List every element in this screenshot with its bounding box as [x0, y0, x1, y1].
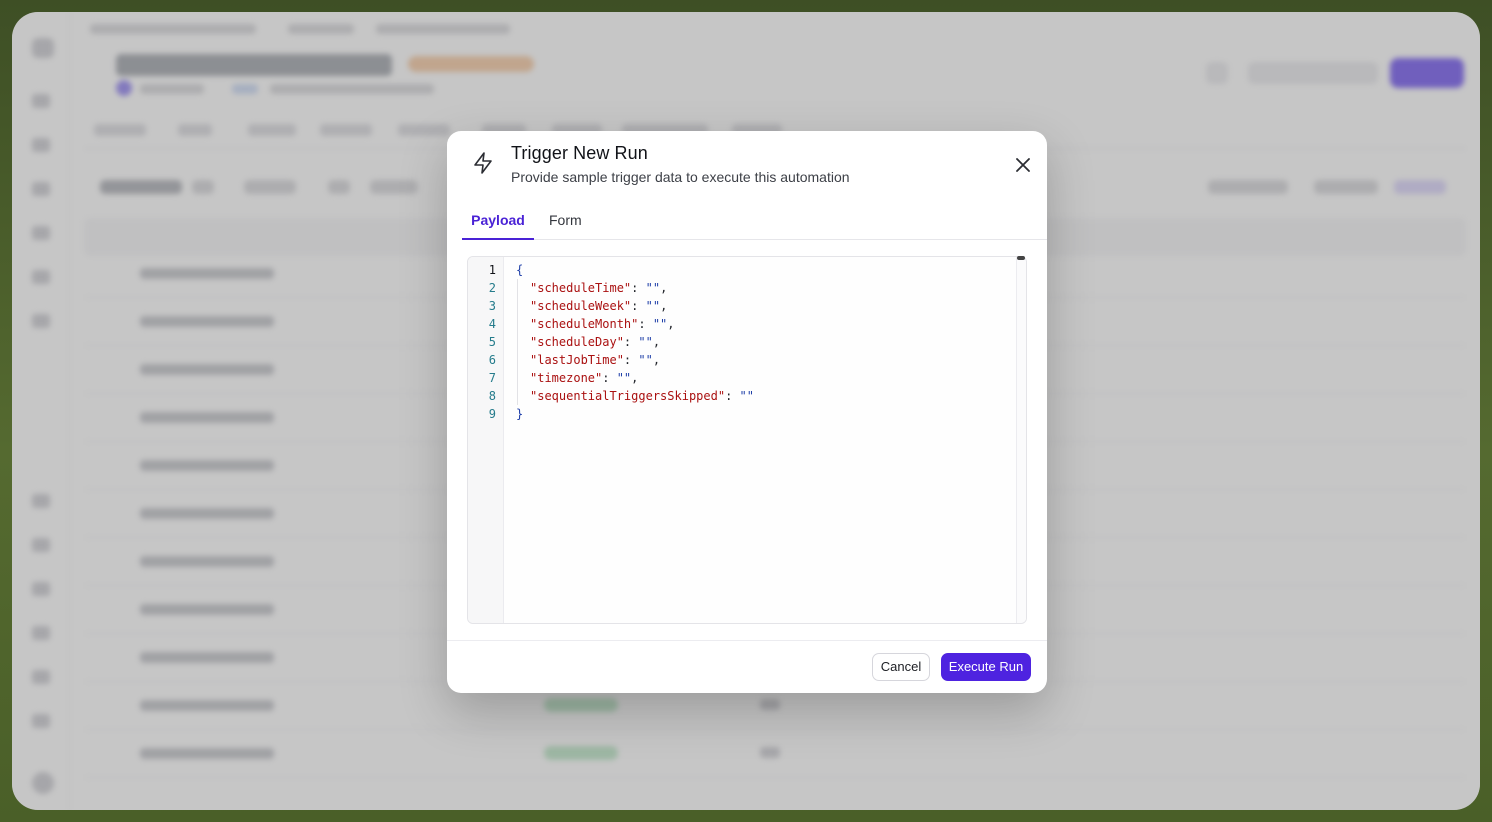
json-colon: : — [631, 281, 646, 295]
json-value: "" — [645, 299, 661, 313]
line-number: 5 — [488, 335, 496, 349]
json-key: "scheduleTime" — [530, 281, 632, 295]
line-number-gutter: 1 2 3 4 5 6 7 8 9 — [468, 257, 504, 623]
code-line-field: "scheduleWeek": "", — [530, 297, 667, 315]
json-value: "" — [739, 389, 754, 403]
json-colon: : — [602, 371, 617, 385]
indent-guide — [517, 279, 518, 405]
line-number: 2 — [488, 281, 496, 295]
code-open-brace: { — [516, 263, 524, 277]
code-close-brace: } — [516, 407, 524, 421]
json-key: "scheduleDay" — [530, 335, 624, 349]
line-number: 1 — [488, 263, 496, 277]
json-comma: , — [652, 335, 661, 349]
json-comma: , — [660, 299, 668, 313]
line-number: 4 — [488, 317, 496, 331]
code-line-field: "scheduleTime": "", — [530, 279, 667, 297]
json-colon: : — [623, 335, 639, 349]
line-number: 6 — [488, 353, 496, 367]
app-window: Trigger New Run Provide sample trigger d… — [12, 12, 1480, 810]
json-key: "scheduleWeek" — [530, 299, 632, 313]
dialog-header: Trigger New Run Provide sample trigger d… — [447, 131, 1047, 201]
execute-run-button[interactable]: Execute Run — [941, 653, 1031, 681]
code-line-field: "scheduleMonth": "", — [530, 315, 675, 333]
code-line-field: "scheduleDay": "", — [530, 333, 660, 351]
cancel-button[interactable]: Cancel — [872, 653, 930, 681]
code-line-field: "timezone": "", — [530, 369, 638, 387]
json-value: "" — [638, 335, 653, 349]
json-colon: : — [623, 353, 639, 367]
json-value: "" — [652, 317, 668, 331]
json-key: "timezone" — [530, 371, 603, 385]
code-line-field: "lastJobTime": "", — [530, 351, 660, 369]
line-number: 8 — [488, 389, 496, 403]
line-number: 3 — [488, 299, 496, 313]
json-value: "" — [638, 353, 653, 367]
json-comma: , — [652, 353, 661, 367]
json-key: "lastJobTime" — [530, 353, 624, 367]
line-number: 9 — [488, 407, 496, 421]
code-line-field: "sequentialTriggersSkipped": "" — [530, 387, 754, 405]
tab-form[interactable]: Form — [549, 207, 589, 240]
json-colon: : — [725, 389, 740, 403]
json-colon: : — [631, 299, 646, 313]
dialog-title: Trigger New Run — [511, 143, 648, 163]
editor-scrollbar[interactable] — [1016, 257, 1026, 623]
bolt-icon — [474, 152, 492, 174]
dialog-tabs: Payload Form — [462, 207, 1047, 240]
line-number: 7 — [488, 371, 496, 385]
json-comma: , — [631, 371, 639, 385]
dialog-description: Provide sample trigger data to execute t… — [511, 169, 850, 185]
scrollbar-thumb[interactable] — [1017, 256, 1025, 260]
json-value: "" — [616, 371, 632, 385]
trigger-run-dialog: Trigger New Run Provide sample trigger d… — [447, 131, 1047, 693]
json-comma: , — [660, 281, 668, 295]
tab-payload[interactable]: Payload — [462, 207, 534, 240]
json-colon: : — [638, 317, 653, 331]
dialog-footer-divider — [447, 640, 1047, 641]
json-key: "scheduleMonth" — [530, 317, 639, 331]
close-icon[interactable] — [1011, 153, 1035, 177]
json-payload-editor[interactable]: 1 2 3 4 5 6 7 8 9 { "scheduleTime": "", … — [467, 256, 1027, 624]
json-value: "" — [645, 281, 661, 295]
json-comma: , — [667, 317, 675, 331]
json-key: "sequentialTriggersSkipped" — [530, 389, 726, 403]
